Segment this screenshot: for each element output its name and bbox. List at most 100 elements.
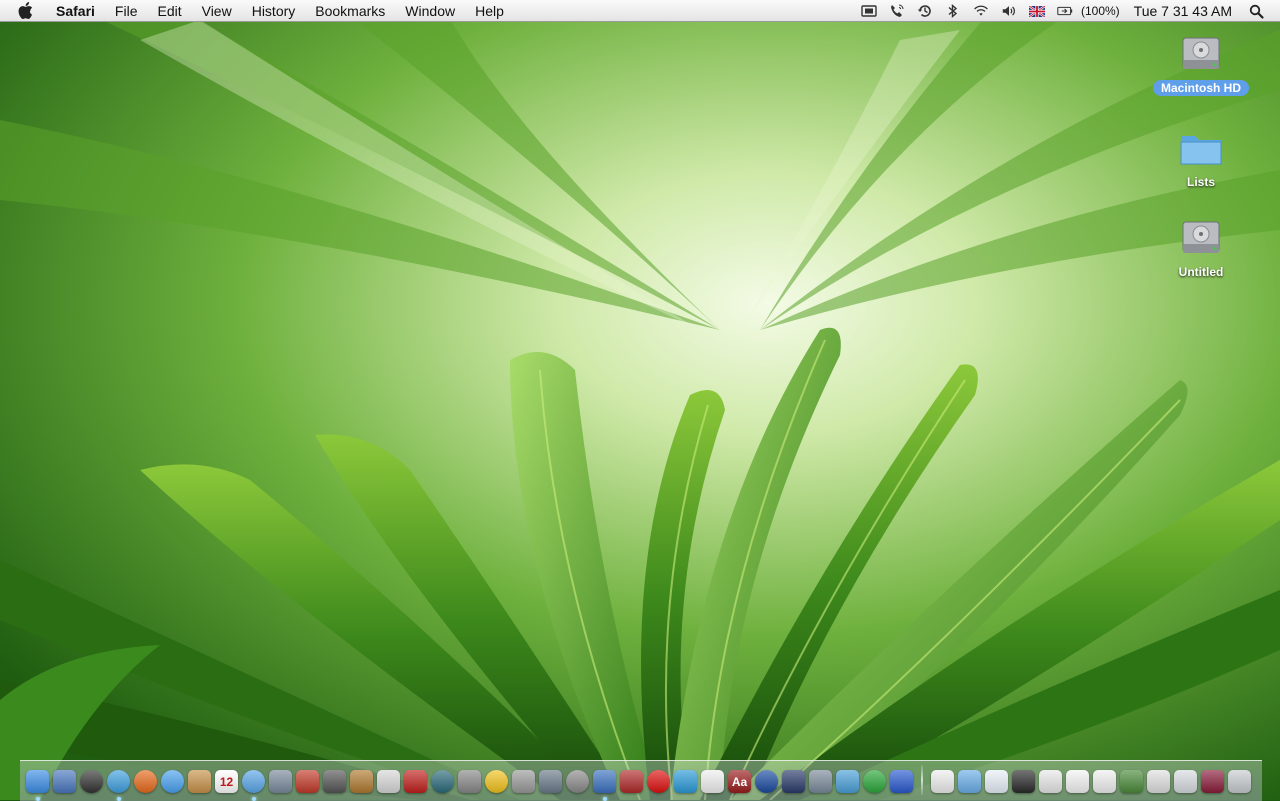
- imovie-icon: [323, 770, 346, 793]
- dock-address-book[interactable]: [186, 768, 213, 795]
- system-preferences-icon: [458, 770, 481, 793]
- volume-icon[interactable]: [1001, 3, 1017, 19]
- dock-firefox[interactable]: [132, 768, 159, 795]
- dock-folder-stack[interactable]: [956, 768, 983, 795]
- dock-photo-book[interactable]: [402, 768, 429, 795]
- photo-booth-icon: [296, 770, 319, 793]
- music-file-icon: [985, 770, 1008, 793]
- ical-icon: 12: [215, 770, 238, 793]
- wifi-icon[interactable]: [973, 3, 989, 19]
- dock-front-row[interactable]: [564, 768, 591, 795]
- menu-help[interactable]: Help: [465, 0, 514, 22]
- dock-preview[interactable]: [51, 768, 78, 795]
- dock-document[interactable]: [929, 768, 956, 795]
- dock-trash[interactable]: [1226, 768, 1253, 795]
- dock-mail[interactable]: [591, 768, 618, 801]
- dock-keynote[interactable]: [780, 768, 807, 795]
- dock-utorrent[interactable]: [861, 768, 888, 795]
- dock-screenshot[interactable]: [1172, 768, 1199, 795]
- dock-google-earth[interactable]: [753, 768, 780, 795]
- dock-textedit[interactable]: [699, 768, 726, 795]
- hard-drive-icon: [1182, 221, 1220, 253]
- battery-icon[interactable]: [1057, 3, 1073, 19]
- menu-history[interactable]: History: [242, 0, 306, 22]
- dock-vodafone[interactable]: [645, 768, 672, 795]
- dock-screenshot[interactable]: [1118, 768, 1145, 795]
- desktop-icon-lists[interactable]: Lists: [1146, 124, 1256, 191]
- dock-safari[interactable]: [105, 768, 132, 801]
- screen-record-icon[interactable]: [861, 3, 877, 19]
- dock-script-editor[interactable]: [618, 768, 645, 795]
- dock-ipod[interactable]: [375, 768, 402, 795]
- phone-icon[interactable]: [889, 3, 905, 19]
- screenshot-icon: [1147, 770, 1170, 793]
- dock-image-capture[interactable]: [807, 768, 834, 795]
- trash-icon: [1228, 770, 1251, 793]
- uk-flag-icon[interactable]: [1028, 3, 1045, 19]
- dock-music-file[interactable]: [983, 768, 1010, 795]
- menu-window[interactable]: Window: [395, 0, 465, 22]
- dock-screenshot[interactable]: [1064, 768, 1091, 795]
- itunes-icon: [242, 770, 265, 793]
- garageband-icon: [350, 770, 373, 793]
- dock-screenshot[interactable]: [1091, 768, 1118, 795]
- desktop-icon-untitled[interactable]: Untitled: [1146, 214, 1256, 281]
- menu-view[interactable]: View: [192, 0, 242, 22]
- dashboard-icon: [80, 770, 103, 793]
- dock-screenshot[interactable]: [1145, 768, 1172, 795]
- time-machine-icon[interactable]: [917, 3, 933, 19]
- dock-ical[interactable]: 12: [213, 768, 240, 795]
- dock-iphoto[interactable]: [267, 768, 294, 795]
- apple-menu-icon[interactable]: [18, 0, 38, 22]
- dock-network[interactable]: [834, 768, 861, 795]
- dock-adium[interactable]: [483, 768, 510, 795]
- dock-calculator[interactable]: [510, 768, 537, 795]
- bluetooth-app-icon: [890, 770, 913, 793]
- menu-bookmarks[interactable]: Bookmarks: [305, 0, 395, 22]
- dock-imovie[interactable]: [321, 768, 348, 795]
- dock-screenshot[interactable]: [1037, 768, 1064, 795]
- running-indicator: [116, 797, 121, 801]
- desktop-icon-macintosh-hd[interactable]: Macintosh HD: [1146, 30, 1256, 97]
- dock-itunes[interactable]: [240, 768, 267, 801]
- dock-time-machine-app[interactable]: [429, 768, 456, 795]
- menu-app-safari[interactable]: Safari: [52, 0, 105, 22]
- dock-bluetooth-app[interactable]: [888, 768, 915, 795]
- dock-finder[interactable]: [24, 768, 51, 801]
- desktop-icon-label: Lists: [1186, 175, 1215, 189]
- running-indicator: [35, 797, 40, 801]
- utorrent-icon: [863, 770, 886, 793]
- dock: 12 Aa: [24, 763, 1253, 801]
- dock-garageband[interactable]: [348, 768, 375, 795]
- hard-drive-icon: [1182, 37, 1220, 69]
- dock-screenshot[interactable]: [1010, 768, 1037, 795]
- dock-xcode[interactable]: [537, 768, 564, 795]
- menu-bar: Safari File Edit View History Bookmarks …: [0, 0, 1280, 22]
- dock-ichat[interactable]: [159, 768, 186, 795]
- calculator-icon: [512, 770, 535, 793]
- dock-screenshot[interactable]: [1199, 768, 1226, 795]
- dock-photo-booth[interactable]: [294, 768, 321, 795]
- screenshot-icon: [1120, 770, 1143, 793]
- network-icon: [836, 770, 859, 793]
- spotlight-search-icon[interactable]: [1248, 3, 1264, 19]
- dock-icon-text: 12: [219, 774, 234, 789]
- ipod-icon: [377, 770, 400, 793]
- menu-clock[interactable]: Tue 7 31 43 AM: [1134, 3, 1232, 19]
- document-icon: [931, 770, 954, 793]
- menu-edit[interactable]: Edit: [147, 0, 191, 22]
- dock-app-store[interactable]: [672, 768, 699, 795]
- dock-dashboard[interactable]: [78, 768, 105, 795]
- dock-system-preferences[interactable]: [456, 768, 483, 795]
- safari-icon: [107, 770, 130, 793]
- dock-separator: [921, 765, 923, 795]
- folder-stack-icon: [958, 770, 981, 793]
- menu-file[interactable]: File: [105, 0, 148, 22]
- dock-dictionary[interactable]: Aa: [726, 768, 753, 795]
- bluetooth-icon[interactable]: [945, 3, 961, 19]
- dictionary-icon: Aa: [728, 770, 751, 793]
- address-book-icon: [188, 770, 211, 793]
- photo-book-icon: [404, 770, 427, 793]
- xcode-icon: [539, 770, 562, 793]
- screenshot-icon: [1201, 770, 1224, 793]
